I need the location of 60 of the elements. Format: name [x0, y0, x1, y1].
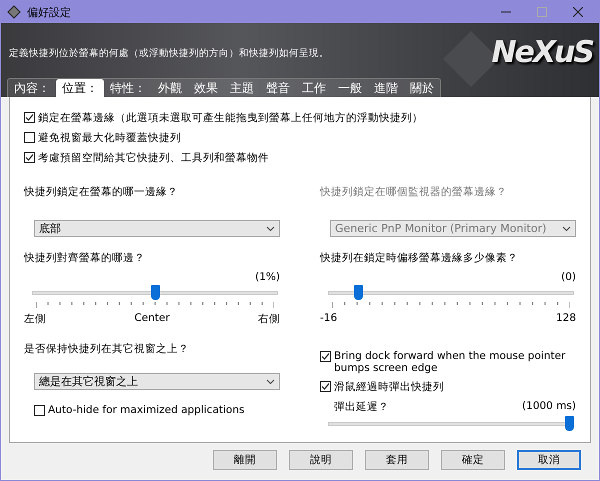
dropdown[interactable]: 總是在其它視窗之上: [34, 373, 280, 390]
tab[interactable]: 內容：: [8, 79, 56, 97]
field-label: 是否保持快捷列在其它視窗之上？: [24, 342, 190, 356]
checkbox-label: 避免視窗最大化時覆蓋快捷列: [38, 131, 181, 145]
tab[interactable]: 主題: [224, 79, 260, 97]
checkbox-label: Auto-hide for maximized applications: [48, 404, 244, 416]
slider-label: 左側: [24, 312, 46, 326]
dropdown-caret-icon: [266, 378, 275, 384]
slider-thumb[interactable]: [150, 285, 160, 300]
slider-track[interactable]: [328, 416, 574, 431]
field-label: 快捷列鎖定在哪個監視器的螢幕邊緣？: [320, 185, 508, 199]
tab[interactable]: 效果: [188, 79, 224, 97]
checkbox[interactable]: [34, 405, 45, 416]
dialog-button[interactable]: 確定: [441, 450, 505, 470]
slider-track[interactable]: [328, 285, 574, 300]
checkbox-label: 鎖定在螢幕邊緣（此選項未選取可產生能拖曳到螢幕上任何地方的浮動快捷列）: [38, 111, 423, 125]
slider-label: 128: [556, 312, 576, 324]
slider-label: 右側: [258, 312, 280, 326]
checkbox[interactable]: [24, 132, 35, 143]
dialog-button[interactable]: 離開: [213, 450, 277, 470]
dialog-button[interactable]: 套用: [365, 450, 429, 470]
window-title: 偏好設定: [27, 4, 72, 20]
dialog-button[interactable]: 取消: [517, 450, 581, 470]
close-icon[interactable]: [573, 7, 583, 17]
tab[interactable]: 外觀: [152, 79, 188, 97]
checkbox-label: 滑鼠經過時彈出快捷列: [334, 380, 444, 394]
dropdown-caret-icon: [562, 226, 571, 232]
checkbox[interactable]: [320, 351, 331, 362]
tab[interactable]: 關於: [404, 79, 440, 97]
field-label: 快捷列在鎖定時偏移螢幕邊緣多少像素？: [320, 251, 519, 265]
checkbox-label: 考慮預留空間給其它快捷列、工具列和螢幕物件: [38, 151, 269, 165]
tab[interactable]: 進階: [368, 79, 404, 97]
slider-label: Center: [134, 312, 170, 326]
slider-label: -16: [320, 312, 338, 324]
dropdown-caret-icon: [266, 226, 275, 232]
checkbox[interactable]: [24, 112, 35, 123]
tab[interactable]: 特性：: [104, 79, 152, 97]
slider-thumb[interactable]: [565, 416, 574, 431]
tab[interactable]: 聲音: [260, 79, 296, 97]
checkbox-label: Bring dock forward when the mouse pointer bumps screen edge: [334, 350, 566, 374]
dropdown[interactable]: 底部: [34, 220, 280, 237]
slider-track[interactable]: [32, 285, 278, 300]
slider-reading: (1000 ms): [522, 400, 576, 414]
field-label: 快捷列對齊螢幕的哪邊？: [24, 251, 146, 265]
tab[interactable]: 工作: [296, 79, 332, 97]
field-label: 快捷列鎖定在螢幕的哪一邊緣？: [24, 185, 179, 199]
slider-reading: (1%): [255, 271, 280, 283]
tab[interactable]: 一般: [332, 79, 368, 97]
checkbox[interactable]: [320, 381, 331, 392]
dialog-button[interactable]: 說明: [289, 450, 353, 470]
tab[interactable]: 位置：: [56, 79, 104, 97]
checkbox[interactable]: [24, 152, 35, 163]
tick-marks-icon: [36, 302, 274, 308]
header-description: 定義快捷列位於螢幕的何處（或浮動快捷列的方向）和快捷列如何呈現。: [9, 47, 329, 60]
field-label: 彈出延遲？: [334, 400, 389, 414]
tick-marks-icon: [332, 302, 570, 308]
slider-thumb[interactable]: [354, 285, 364, 300]
logo: NeXuS: [491, 35, 593, 70]
slider-reading: (0): [561, 271, 576, 283]
app-icon: [7, 5, 21, 19]
